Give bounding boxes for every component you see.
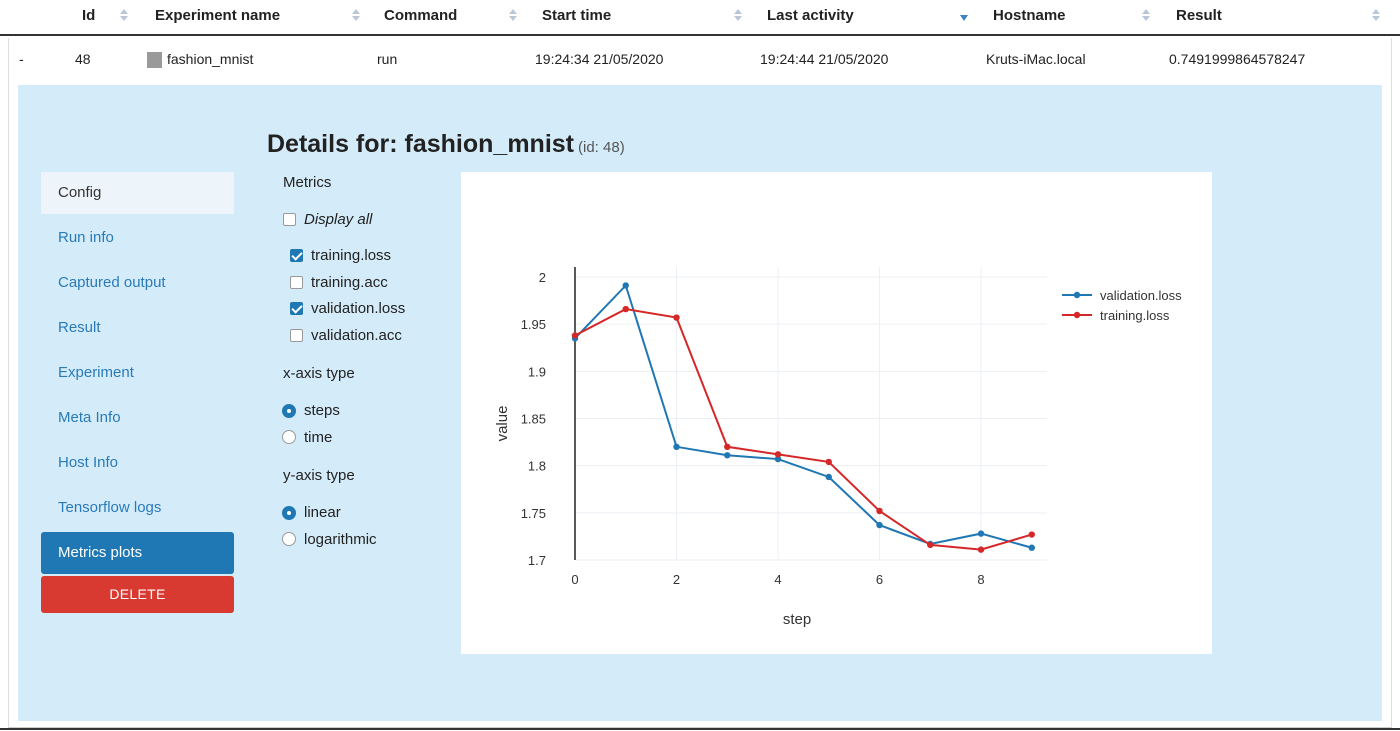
y-tick-label: 2 <box>539 270 546 285</box>
col-header-start-time[interactable]: Start time <box>542 0 611 34</box>
data-point-training.loss[interactable] <box>825 458 832 466</box>
data-point-training.loss[interactable] <box>673 314 680 321</box>
data-point-training.loss[interactable] <box>774 451 782 458</box>
y-tick-label: 1.75 <box>521 506 546 521</box>
nav-tensorflow-logs[interactable]: Tensorflow logs <box>41 487 234 529</box>
data-point-training.loss[interactable] <box>1028 531 1035 538</box>
cell-command: run <box>377 51 398 67</box>
display-all-checkbox[interactable] <box>283 213 296 226</box>
training-acc-checkbox[interactable] <box>290 276 303 289</box>
nav-result[interactable]: Result <box>41 307 234 349</box>
data-point-validation.loss[interactable] <box>977 530 985 537</box>
sort-icon[interactable] <box>352 9 360 23</box>
nav-experiment[interactable]: Experiment <box>41 352 234 394</box>
cell-hostname: Kruts-iMac.local <box>986 51 1086 67</box>
experiment-color-swatch <box>147 52 162 68</box>
cell-id: 48 <box>75 51 91 67</box>
xaxis-type-label: x-axis type <box>283 365 355 382</box>
col-header-result[interactable]: Result <box>1176 0 1222 34</box>
x-tick-label: 6 <box>876 572 883 587</box>
data-point-validation.loss[interactable] <box>622 282 629 289</box>
col-header-last-activity[interactable]: Last activity <box>767 0 854 34</box>
data-point-validation.loss[interactable] <box>876 521 883 529</box>
x-tick-label: 8 <box>977 572 984 587</box>
legend-label-training.loss[interactable]: training.loss <box>1100 308 1170 323</box>
xaxis-time-label[interactable]: time <box>304 429 332 446</box>
legend-label-validation.loss[interactable]: validation.loss <box>1100 288 1182 303</box>
yaxis-logarithmic-label[interactable]: logarithmic <box>304 531 377 548</box>
nav-run-info[interactable]: Run info <box>41 217 234 259</box>
cell-experiment-name: fashion_mnist <box>167 51 254 67</box>
col-header-command[interactable]: Command <box>384 0 457 34</box>
col-header-hostname[interactable]: Hostname <box>993 0 1066 34</box>
legend-marker-validation.loss <box>1073 291 1081 299</box>
yaxis-linear-radio[interactable] <box>282 506 296 520</box>
nav-captured-output[interactable]: Captured output <box>41 262 234 304</box>
data-point-training.loss[interactable] <box>622 305 629 313</box>
details-id-note: (id: 48) <box>578 139 625 156</box>
data-point-validation.loss[interactable] <box>825 473 832 481</box>
data-point-training.loss[interactable] <box>876 507 883 515</box>
display-all-label[interactable]: Display all <box>304 211 372 228</box>
y-tick-label: 1.9 <box>528 364 546 379</box>
y-axis-title: value <box>494 406 511 442</box>
row-collapse-toggle[interactable]: - <box>19 38 24 81</box>
validation-loss-checkbox[interactable] <box>290 302 303 315</box>
training-loss-label[interactable]: training.loss <box>311 247 391 264</box>
sort-icon[interactable] <box>1372 9 1380 23</box>
training-acc-label[interactable]: training.acc <box>311 274 388 291</box>
cell-result: 0.7491999864578247 <box>1169 51 1306 67</box>
xaxis-steps-radio[interactable] <box>282 404 296 418</box>
yaxis-linear-label[interactable]: linear <box>304 504 341 521</box>
metrics-chart[interactable]: 1.7 1.75 1.8 1.85 1.9 1.95 2 0 2 4 6 8 step value vali… <box>461 172 1212 654</box>
training-loss-checkbox[interactable] <box>290 249 303 262</box>
xaxis-time-radio[interactable] <box>282 430 296 444</box>
x-axis-title: step <box>783 611 811 628</box>
table-row[interactable]: - 48 fashion_mnist run 19:24:34 21/05/20… <box>8 38 1392 82</box>
metrics-label: Metrics <box>283 174 332 191</box>
data-point-training.loss[interactable] <box>927 541 934 549</box>
data-point-validation.loss[interactable] <box>1028 544 1035 551</box>
sort-icon[interactable] <box>509 9 517 23</box>
validation-acc-checkbox[interactable] <box>290 329 303 342</box>
x-tick-label: 4 <box>774 572 781 587</box>
nav-config[interactable]: Config <box>41 172 234 214</box>
cell-start-time: 19:24:34 21/05/2020 <box>535 51 664 67</box>
yaxis-logarithmic-radio[interactable] <box>282 532 296 546</box>
x-tick-label: 0 <box>571 572 578 587</box>
yaxis-type-label: y-axis type <box>283 467 355 484</box>
sort-icon[interactable] <box>1142 9 1150 23</box>
validation-loss-label[interactable]: validation.loss <box>311 300 405 317</box>
validation-acc-label[interactable]: validation.acc <box>311 327 402 344</box>
y-tick-label: 1.85 <box>521 412 546 427</box>
details-title-text: Details for: fashion_mnist <box>267 130 574 158</box>
data-point-training.loss[interactable] <box>724 443 731 450</box>
sort-icon[interactable] <box>734 9 742 23</box>
table-header: Id Experiment name Command Start time La… <box>0 0 1400 36</box>
y-tick-label: 1.8 <box>528 459 546 474</box>
nav-meta-info[interactable]: Meta Info <box>41 397 234 439</box>
data-point-validation.loss[interactable] <box>673 443 680 450</box>
data-point-validation.loss[interactable] <box>724 452 731 459</box>
sort-desc-icon[interactable] <box>960 9 968 23</box>
cell-last-activity: 19:24:44 21/05/2020 <box>760 51 889 67</box>
sort-icon[interactable] <box>120 9 128 23</box>
delete-button[interactable]: DELETE <box>41 576 234 613</box>
nav-metrics-plots[interactable]: Metrics plots <box>41 532 234 574</box>
metrics-chart-svg[interactable]: 1.7 1.75 1.8 1.85 1.9 1.95 2 0 2 4 6 8 step value vali… <box>461 172 1212 654</box>
xaxis-steps-label[interactable]: steps <box>304 402 340 419</box>
legend-marker-training.loss <box>1073 311 1081 319</box>
data-point-training.loss[interactable] <box>977 546 985 553</box>
col-header-experiment-name[interactable]: Experiment name <box>155 0 280 34</box>
details-title: Details for: fashion_mnist (id: 48) <box>267 130 625 159</box>
series-line-validation.loss[interactable] <box>574 283 1033 549</box>
x-tick-label: 2 <box>673 572 680 587</box>
nav-host-info[interactable]: Host Info <box>41 442 234 484</box>
table-bottom-border <box>0 728 1400 730</box>
col-header-id[interactable]: Id <box>82 0 95 34</box>
y-tick-label: 1.7 <box>528 553 546 568</box>
y-tick-label: 1.95 <box>521 317 546 332</box>
data-point-training.loss[interactable] <box>571 332 579 339</box>
